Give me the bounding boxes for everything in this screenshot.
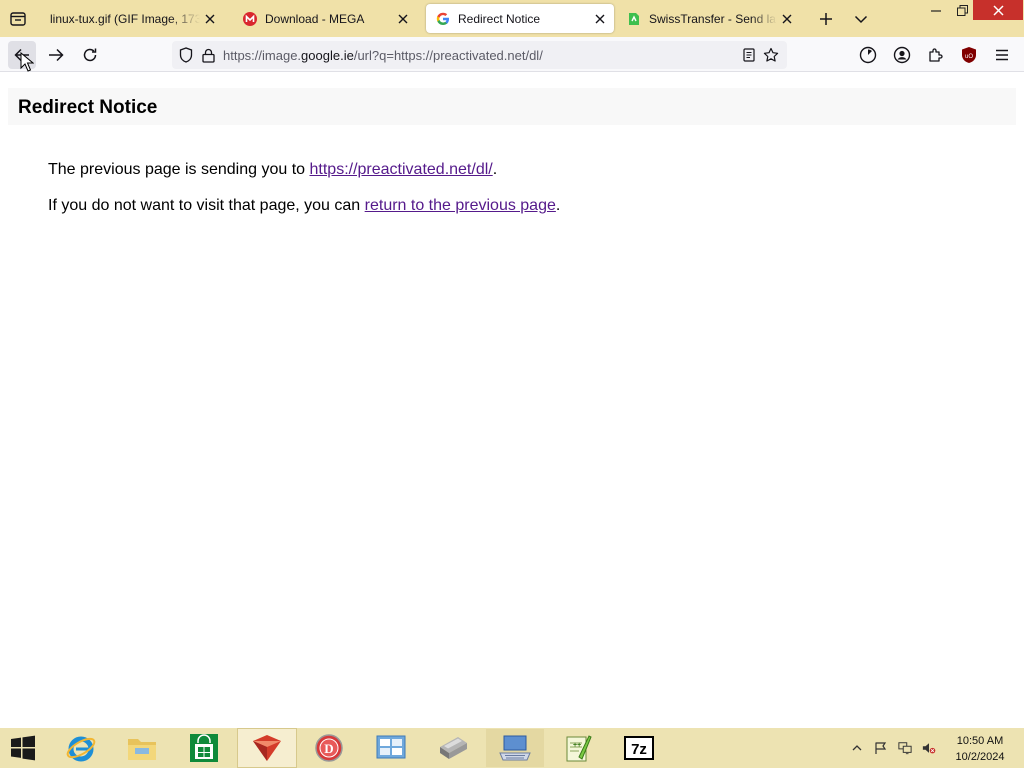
svg-text:D: D <box>324 741 333 756</box>
reload-button[interactable] <box>76 41 104 69</box>
url-suffix: /url?q=https://preactivated.net/dl/ <box>353 48 543 63</box>
volume-icon[interactable] <box>922 740 936 756</box>
taskbar-7zip[interactable]: 7z <box>610 729 668 767</box>
taskbar-store[interactable] <box>175 729 233 767</box>
scanner-icon <box>440 737 467 759</box>
firefox-app-icon <box>253 735 281 761</box>
taskbar-scanner[interactable] <box>424 729 482 767</box>
control-panel-icon <box>376 735 406 759</box>
internet-explorer-icon <box>66 736 96 762</box>
tab-title: Download - MEGA <box>265 11 365 26</box>
file-explorer-icon <box>128 739 156 760</box>
tab-strip: linux-tux.gif (GIF Image, 173 × Download… <box>0 0 1024 37</box>
svg-text:uO: uO <box>965 54 973 60</box>
volume-muted-icon <box>922 743 936 754</box>
hamburger-menu-icon <box>996 49 1008 61</box>
taskbar-internet-explorer[interactable] <box>52 729 110 767</box>
ublock-shield-icon: uO <box>962 47 976 63</box>
url-text[interactable]: https://image.google.ie/url?q=https://pr… <box>223 48 543 63</box>
mega-icon <box>243 11 257 26</box>
url-bar[interactable]: https://image.google.ie/url?q=https://pr… <box>172 41 787 69</box>
tracking-protection-shield-icon[interactable] <box>178 47 194 63</box>
windows-start-icon <box>11 735 35 761</box>
network-computer-icon <box>898 742 912 755</box>
system-clock[interactable]: 10:50 AM 10/2/2024 <box>948 733 1012 765</box>
account-button[interactable] <box>888 41 916 69</box>
mouse-cursor-icon <box>20 51 35 77</box>
network-icon[interactable] <box>898 740 912 756</box>
power-button[interactable] <box>854 41 882 69</box>
taskbar-notepad-plus-plus[interactable]: ++ <box>548 729 606 767</box>
forward-button[interactable] <box>42 41 70 69</box>
timer-icon <box>859 46 877 64</box>
google-icon <box>436 12 450 26</box>
return-text: If you do not want to visit that page, y… <box>48 197 365 214</box>
minimize-icon <box>931 10 941 12</box>
close-icon <box>992 4 1004 16</box>
taskbar-d-app[interactable]: D <box>300 729 358 767</box>
account-icon <box>893 46 911 64</box>
reload-icon <box>83 48 97 62</box>
svg-text:++: ++ <box>573 742 581 749</box>
taskbar-control-panel[interactable] <box>362 729 420 767</box>
clock-time: 10:50 AM <box>956 735 1004 747</box>
close-window-button[interactable] <box>973 0 1023 20</box>
taskbar-keyboard-app[interactable] <box>486 729 544 767</box>
restore-icon <box>956 4 968 16</box>
taskbar-firefox[interactable] <box>237 728 297 768</box>
redirect-text: The previous page is sending you to <box>48 161 310 178</box>
url-domain: google.ie <box>301 48 354 63</box>
firefox-view-icon <box>10 12 26 26</box>
close-icon[interactable] <box>200 9 220 29</box>
tab-title: linux-tux.gif (GIF Image, 173 × <box>50 11 200 26</box>
flag-icon <box>875 742 887 754</box>
firefox-view-button[interactable] <box>5 6 31 32</box>
tab-redirect-notice[interactable]: Redirect Notice <box>426 4 614 33</box>
puzzle-icon <box>929 48 943 62</box>
tab-title: SwissTransfer - Send large <box>649 11 777 26</box>
taskbar-file-explorer[interactable] <box>113 729 171 767</box>
ublock-origin-button[interactable]: uO <box>955 41 983 69</box>
page-header: Redirect Notice <box>8 88 1016 125</box>
redirect-target-link[interactable]: https://preactivated.net/dl/ <box>310 161 493 178</box>
tab-swisstransfer[interactable]: SwissTransfer - Send large <box>617 4 801 33</box>
navigation-toolbar: https://image.google.ie/url?q=https://pr… <box>0 37 1024 72</box>
tab-linux-tux[interactable]: linux-tux.gif (GIF Image, 173 × <box>40 4 224 33</box>
start-button[interactable] <box>0 729 46 767</box>
new-tab-button[interactable] <box>814 7 838 31</box>
tab-title: Redirect Notice <box>458 11 541 26</box>
bookmark-star-icon[interactable] <box>763 47 779 63</box>
show-hidden-icons-button[interactable] <box>850 740 864 756</box>
extensions-button[interactable] <box>922 41 950 69</box>
swisstransfer-icon <box>627 12 641 26</box>
reader-view-icon[interactable] <box>741 47 757 63</box>
return-previous-page-link[interactable]: return to the previous page <box>365 197 556 214</box>
lock-icon[interactable] <box>200 47 216 63</box>
period: . <box>492 161 498 178</box>
keyboard-app-icon <box>499 735 531 761</box>
plus-icon <box>820 13 832 25</box>
notepad-plus-plus-icon: ++ <box>566 735 592 762</box>
page-title: Redirect Notice <box>18 97 158 118</box>
action-center-icon[interactable] <box>874 740 888 756</box>
d-app-icon: D <box>315 734 343 762</box>
menu-button[interactable] <box>988 41 1016 69</box>
clock-date: 10/2/2024 <box>955 751 1005 763</box>
list-all-tabs-button[interactable] <box>849 7 873 31</box>
7zip-icon: 7z <box>624 736 654 760</box>
tab-mega[interactable]: Download - MEGA <box>233 4 417 33</box>
chevron-down-icon <box>854 15 868 24</box>
store-icon <box>190 734 218 762</box>
arrow-right-icon <box>49 48 64 62</box>
chevron-up-icon <box>852 745 862 751</box>
taskbar: D ++ 7z <box>0 728 1024 768</box>
close-icon[interactable] <box>393 9 413 29</box>
period: . <box>555 197 561 214</box>
return-message: If you do not want to visit that page, y… <box>48 197 560 215</box>
close-icon[interactable] <box>777 9 797 29</box>
redirect-message: The previous page is sending you to http… <box>48 161 497 179</box>
close-icon[interactable] <box>590 9 610 29</box>
url-prefix: https://image. <box>223 48 302 63</box>
svg-text:7z: 7z <box>631 741 647 758</box>
